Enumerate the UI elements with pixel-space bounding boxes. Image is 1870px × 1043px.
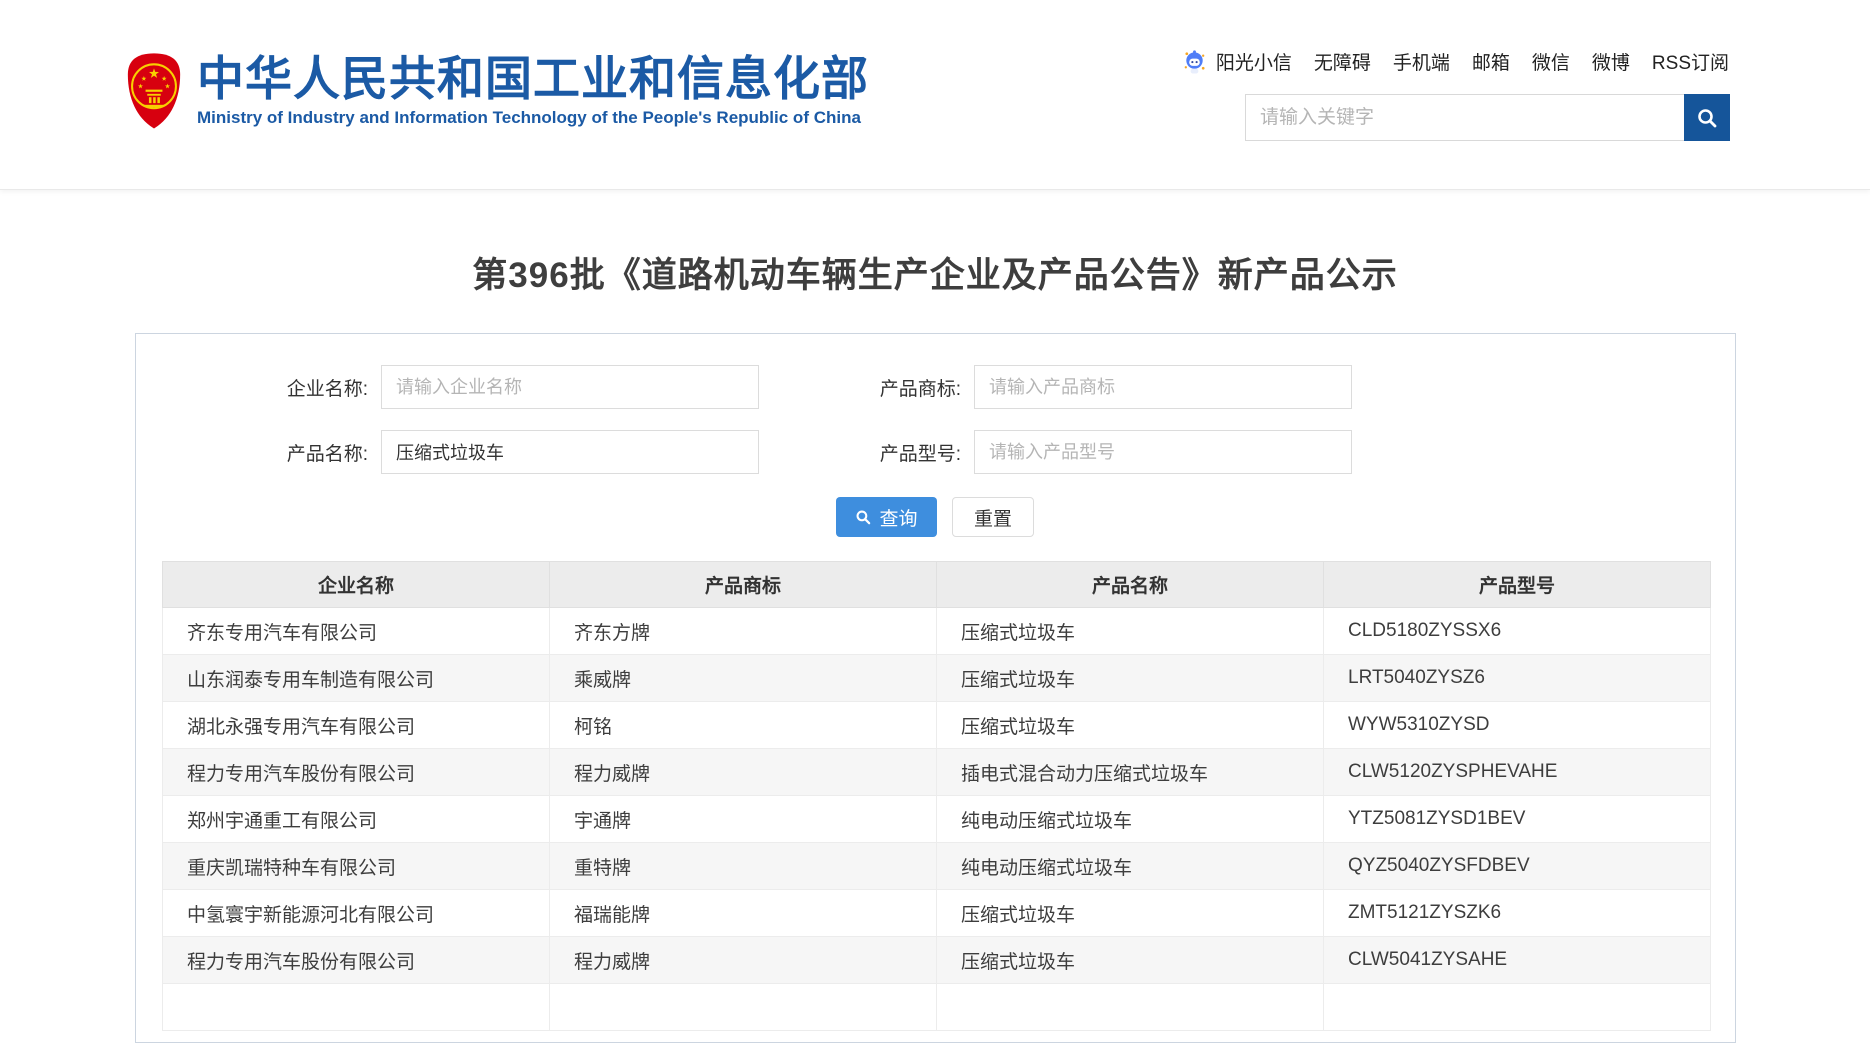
site-header: 中华人民共和国工业和信息化部 Ministry of Industry and … bbox=[0, 0, 1870, 190]
national-emblem-icon bbox=[127, 50, 181, 136]
table-cell: CLW5120ZYSPHEVAHE bbox=[1324, 749, 1711, 796]
site-title: 中华人民共和国工业和信息化部 bbox=[197, 54, 869, 103]
product-name-label: 产品名称: bbox=[256, 439, 368, 466]
table-cell: 中氢寰宇新能源河北有限公司 bbox=[163, 890, 550, 937]
form-buttons: 查询 重置 bbox=[836, 497, 1034, 537]
table-cell: ZMT5121ZYSZK6 bbox=[1324, 890, 1711, 937]
table-cell: QYZ5040ZYSFDBEV bbox=[1324, 843, 1711, 890]
table-header-row: 企业名称产品商标产品名称产品型号 bbox=[163, 562, 1711, 608]
table-cell: 纯电动压缩式垃圾车 bbox=[937, 843, 1324, 890]
query-button-label: 查询 bbox=[879, 504, 917, 531]
search-icon bbox=[855, 509, 871, 525]
table-row: 程力专用汽车股份有限公司程力威牌压缩式垃圾车CLW5041ZYSAHE bbox=[163, 937, 1711, 984]
table-cell: 重庆凯瑞特种车有限公司 bbox=[163, 843, 550, 890]
table-cell: 纯电动压缩式垃圾车 bbox=[937, 796, 1324, 843]
top-nav: 阳光小信 无障碍 手机端 邮箱 微信 微博 RSS订阅 bbox=[1181, 48, 1729, 75]
page-title: 第396批《道路机动车辆生产企业及产品公告》新产品公示 bbox=[0, 247, 1870, 298]
query-button[interactable]: 查询 bbox=[836, 497, 937, 537]
results-table: 企业名称产品商标产品名称产品型号 齐东专用汽车有限公司齐东方牌压缩式垃圾车CLD… bbox=[162, 561, 1711, 1031]
table-cell: 宇通牌 bbox=[550, 796, 937, 843]
table-cell bbox=[937, 984, 1324, 1031]
brand-text: 中华人民共和国工业和信息化部 Ministry of Industry and … bbox=[197, 50, 869, 128]
product-model-input[interactable] bbox=[974, 430, 1352, 474]
table-row: 山东润泰专用车制造有限公司乘威牌压缩式垃圾车LRT5040ZYSZ6 bbox=[163, 655, 1711, 702]
nav-link-mail[interactable]: 邮箱 bbox=[1472, 53, 1510, 74]
table-cell: 乘威牌 bbox=[550, 655, 937, 702]
nav-link-sunshine-assistant[interactable]: 阳光小信 bbox=[1216, 53, 1292, 74]
table-cell: 福瑞能牌 bbox=[550, 890, 937, 937]
product-brand-label: 产品商标: bbox=[849, 374, 961, 401]
table-cell bbox=[163, 984, 550, 1031]
product-brand-input[interactable] bbox=[974, 365, 1352, 409]
table-cell: 齐东专用汽车有限公司 bbox=[163, 608, 550, 655]
table-cell: 压缩式垃圾车 bbox=[937, 937, 1324, 984]
table-cell bbox=[550, 984, 937, 1031]
table-cell: 程力专用汽车股份有限公司 bbox=[163, 937, 550, 984]
site-brand[interactable]: 中华人民共和国工业和信息化部 Ministry of Industry and … bbox=[127, 50, 869, 136]
product-model-label: 产品型号: bbox=[849, 439, 961, 466]
table-cell: 重特牌 bbox=[550, 843, 937, 890]
search-button[interactable] bbox=[1684, 94, 1730, 141]
table-cell: 压缩式垃圾车 bbox=[937, 608, 1324, 655]
nav-link-mobile[interactable]: 手机端 bbox=[1393, 53, 1450, 74]
query-panel: 企业名称: 产品商标: 产品名称: 产品型号: 查询 重置 企业名称产品商标产品… bbox=[135, 333, 1736, 1043]
table-cell: 山东润泰专用车制造有限公司 bbox=[163, 655, 550, 702]
table-row-partial bbox=[163, 984, 1711, 1031]
table-cell: 柯铭 bbox=[550, 702, 937, 749]
site-subtitle: Ministry of Industry and Information Tec… bbox=[197, 108, 869, 128]
nav-link-rss[interactable]: RSS订阅 bbox=[1652, 53, 1729, 74]
table-cell: 插电式混合动力压缩式垃圾车 bbox=[937, 749, 1324, 796]
table-row: 齐东专用汽车有限公司齐东方牌压缩式垃圾车CLD5180ZYSSX6 bbox=[163, 608, 1711, 655]
column-header-3: 产品型号 bbox=[1324, 562, 1711, 608]
table-cell: CLW5041ZYSAHE bbox=[1324, 937, 1711, 984]
form-row-2: 产品名称: 产品型号: bbox=[136, 430, 1735, 474]
table-row: 重庆凯瑞特种车有限公司重特牌纯电动压缩式垃圾车QYZ5040ZYSFDBEV bbox=[163, 843, 1711, 890]
table-row: 程力专用汽车股份有限公司程力威牌插电式混合动力压缩式垃圾车CLW5120ZYSP… bbox=[163, 749, 1711, 796]
header-search bbox=[1245, 94, 1730, 141]
table-cell: 压缩式垃圾车 bbox=[937, 655, 1324, 702]
table-cell: YTZ5081ZYSD1BEV bbox=[1324, 796, 1711, 843]
table-cell: 压缩式垃圾车 bbox=[937, 890, 1324, 937]
company-name-label: 企业名称: bbox=[256, 374, 368, 401]
nav-link-wechat[interactable]: 微信 bbox=[1532, 53, 1570, 74]
nav-links: 阳光小信 无障碍 手机端 邮箱 微信 微博 RSS订阅 bbox=[1216, 48, 1729, 75]
column-header-2: 产品名称 bbox=[937, 562, 1324, 608]
robot-assistant-icon bbox=[1181, 48, 1208, 75]
form-row-1: 企业名称: 产品商标: bbox=[136, 365, 1735, 409]
company-name-input[interactable] bbox=[381, 365, 759, 409]
table-cell: 湖北永强专用汽车有限公司 bbox=[163, 702, 550, 749]
table-cell: 程力专用汽车股份有限公司 bbox=[163, 749, 550, 796]
table-cell: 齐东方牌 bbox=[550, 608, 937, 655]
table-cell: WYW5310ZYSD bbox=[1324, 702, 1711, 749]
column-header-1: 产品商标 bbox=[550, 562, 937, 608]
column-header-0: 企业名称 bbox=[163, 562, 550, 608]
table-cell: 郑州宇通重工有限公司 bbox=[163, 796, 550, 843]
table-row: 湖北永强专用汽车有限公司柯铭压缩式垃圾车WYW5310ZYSD bbox=[163, 702, 1711, 749]
table-row: 郑州宇通重工有限公司宇通牌纯电动压缩式垃圾车YTZ5081ZYSD1BEV bbox=[163, 796, 1711, 843]
table-cell: 程力威牌 bbox=[550, 749, 937, 796]
reset-button[interactable]: 重置 bbox=[952, 497, 1034, 537]
search-input[interactable] bbox=[1245, 94, 1684, 141]
nav-link-weibo[interactable]: 微博 bbox=[1592, 53, 1630, 74]
search-icon bbox=[1696, 107, 1718, 129]
table-cell: 压缩式垃圾车 bbox=[937, 702, 1324, 749]
table-cell bbox=[1324, 984, 1711, 1031]
product-name-input[interactable] bbox=[381, 430, 759, 474]
nav-link-accessibility[interactable]: 无障碍 bbox=[1314, 53, 1371, 74]
table-cell: LRT5040ZYSZ6 bbox=[1324, 655, 1711, 702]
table-cell: CLD5180ZYSSX6 bbox=[1324, 608, 1711, 655]
table-cell: 程力威牌 bbox=[550, 937, 937, 984]
table-row: 中氢寰宇新能源河北有限公司福瑞能牌压缩式垃圾车ZMT5121ZYSZK6 bbox=[163, 890, 1711, 937]
